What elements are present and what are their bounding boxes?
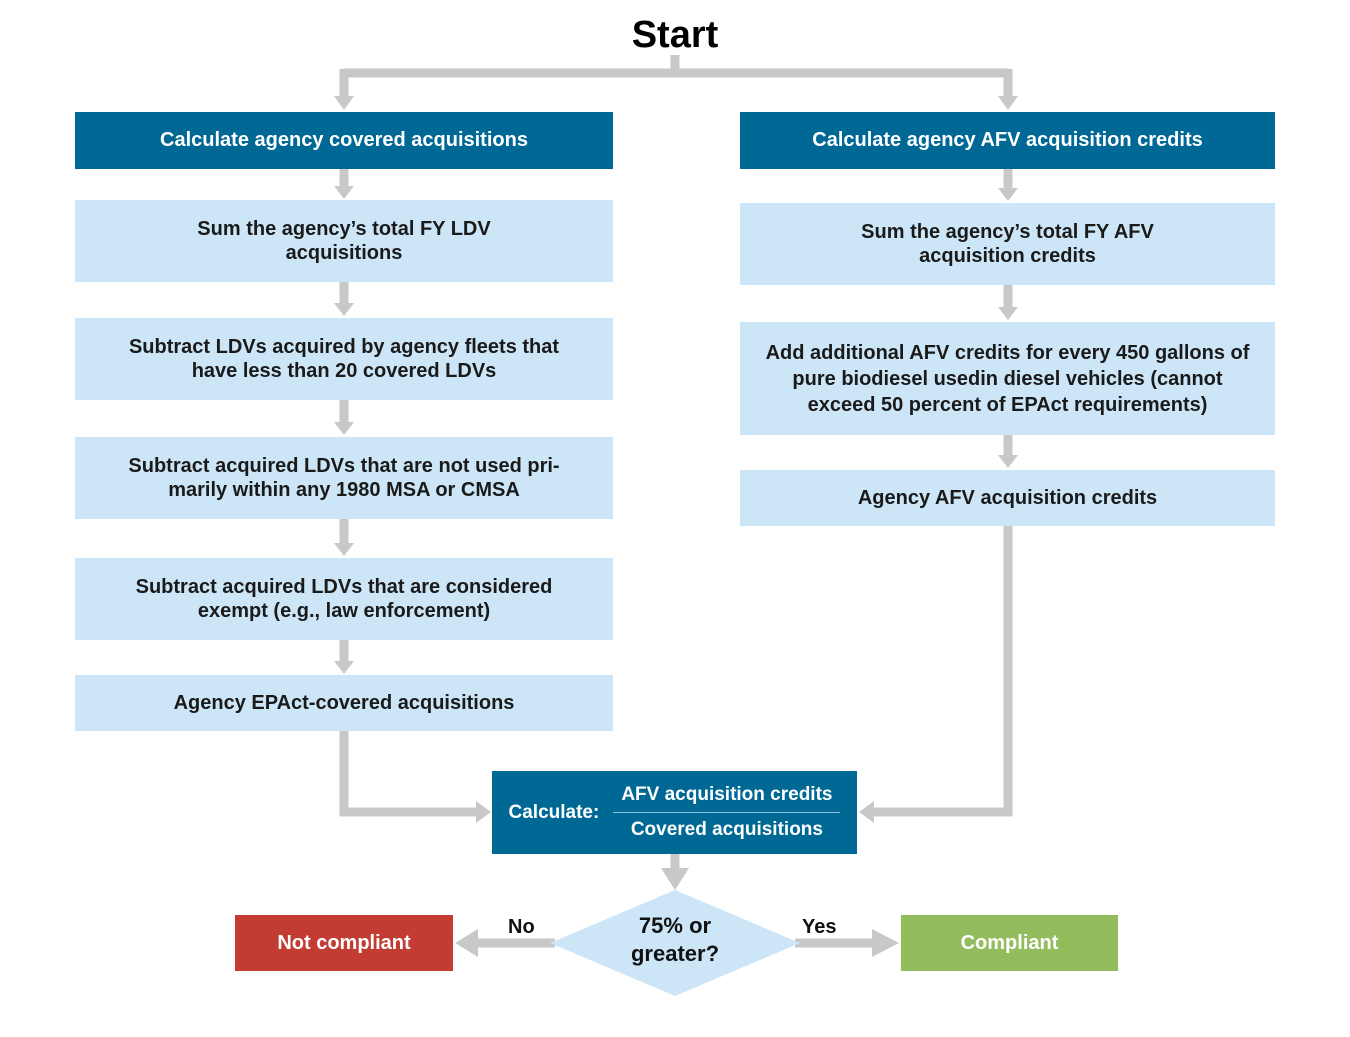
right-step-1: Sum the agency’s total FY AFV acquisitio… [740,203,1275,285]
arrowhead [334,96,354,110]
right-step-2: Add additional AFV credits for every 450… [740,322,1275,435]
arrowhead [334,661,354,674]
calculate-label: Calculate: [508,801,600,823]
left-step-5: Agency EPAct-covered acquisitions [75,675,613,731]
arrowhead [998,96,1018,110]
arrowhead [661,868,689,890]
right-header: Calculate agency AFV acquisition credits [740,112,1275,169]
arrowhead [872,929,899,957]
arrowhead [859,801,874,823]
left-step-2: Subtract LDVs acquired by agency fleets … [75,318,613,400]
arrowhead [334,422,354,435]
no-label: No [508,916,535,938]
left-step-1: Sum the agency’s total FY LDV acquisitio… [75,200,613,282]
left-step-3: Subtract acquired LDVs that are not used… [75,437,613,519]
left-step-4: Subtract acquired LDVs that are consider… [75,558,613,640]
arrowhead [334,543,354,556]
arrowhead [998,455,1018,468]
calculate-box: Calculate: AFV acquisition credits Cover… [492,771,857,854]
right-step-3: Agency AFV acquisition credits [740,470,1275,526]
arrowhead [334,303,354,316]
compliant-box: Compliant [901,915,1118,971]
start-title: Start [631,14,719,56]
yes-label: Yes [802,916,837,938]
fraction-numerator: AFV acquisition credits [613,784,841,813]
decision-question: 75% or greater? [630,913,720,966]
not-compliant-box: Not compliant [235,915,453,971]
fraction-denominator: Covered acquisitions [630,819,823,840]
calculate-fraction: AFV acquisition credits Covered acquisit… [613,784,841,841]
left-header: Calculate agency covered acquisitions [75,112,613,169]
arrowhead [334,186,354,199]
arrowhead [455,929,478,957]
arrowhead [476,801,491,823]
connector-right-to-calc [872,526,1013,817]
arrowhead [998,188,1018,201]
arrowhead [998,307,1018,320]
connector-start-split [339,55,1013,96]
connector-left-to-calc [339,731,478,817]
